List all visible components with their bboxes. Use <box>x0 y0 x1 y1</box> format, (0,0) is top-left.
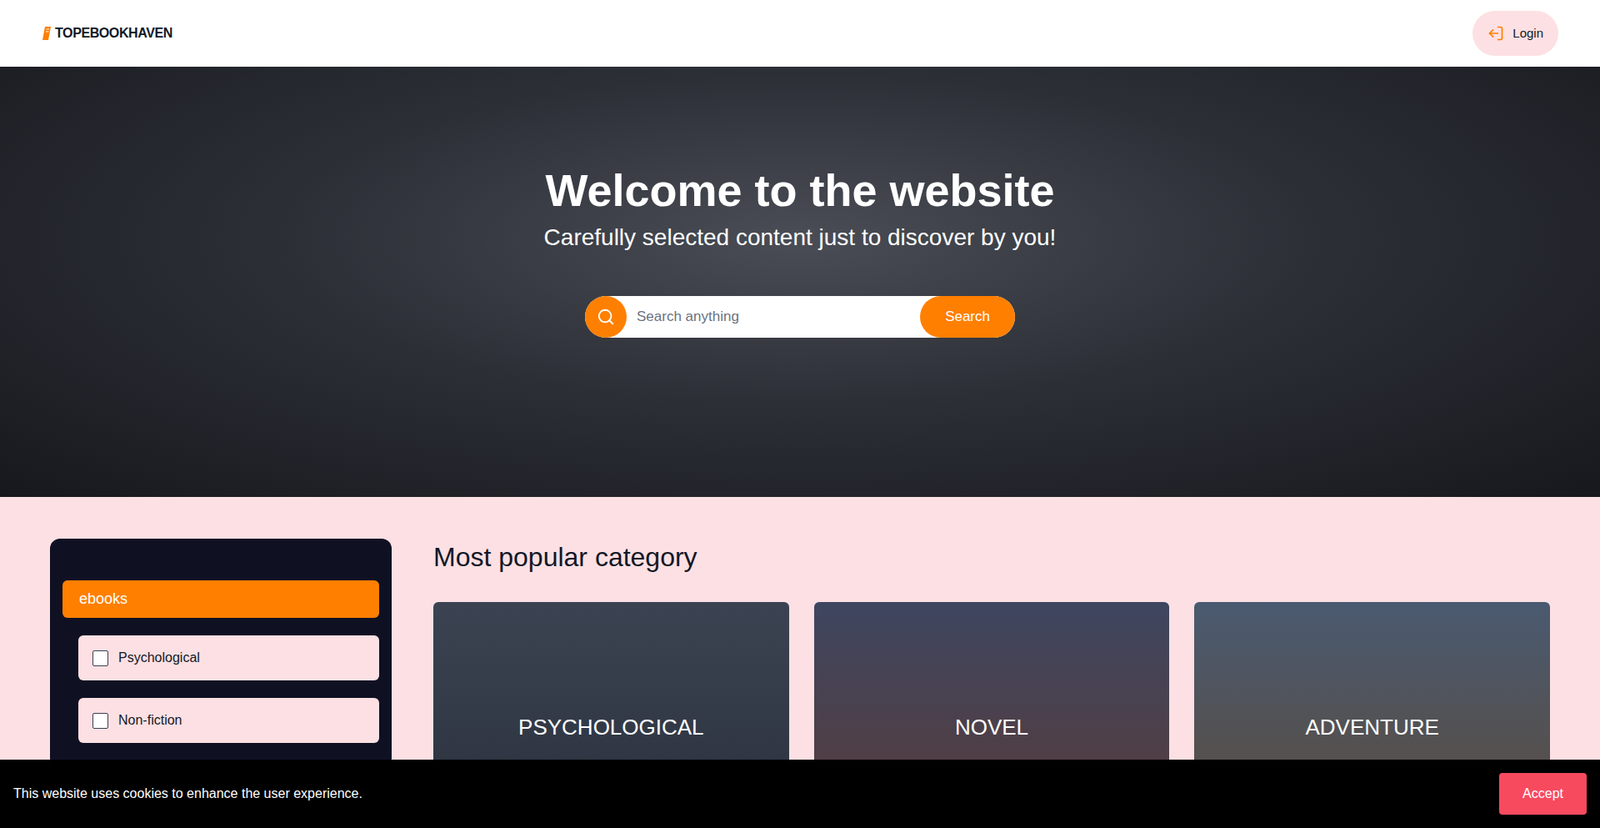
section-title: Most popular category <box>433 538 1550 575</box>
hero-subtitle: Carefully selected content just to disco… <box>544 222 1057 253</box>
login-button[interactable]: Login <box>1472 10 1559 56</box>
sidebar: ebooks Psychological Non-fiction <box>50 538 392 768</box>
search-button[interactable]: Search <box>920 295 1015 338</box>
sidebar-item[interactable]: Non-fiction <box>78 697 380 743</box>
search-bar: Search <box>585 295 1015 338</box>
login-icon <box>1487 25 1505 42</box>
checkbox[interactable] <box>92 712 109 729</box>
sidebar-item[interactable]: Psychological <box>78 635 380 680</box>
hero: Welcome to the website Carefully selected… <box>0 66 1600 497</box>
page: TOPEBOOKHAVEN Login Welcome to the website… <box>0 0 1600 828</box>
cookie-banner: This website uses cookies to enhance the… <box>0 759 1600 828</box>
accept-button[interactable]: Accept <box>1499 772 1587 815</box>
logo[interactable]: TOPEBOOKHAVEN <box>41 23 173 44</box>
header: TOPEBOOKHAVEN Login <box>0 0 1600 67</box>
search-icon <box>596 307 615 326</box>
logo-icon <box>41 25 52 41</box>
search-input[interactable] <box>626 295 920 338</box>
category-bar[interactable]: ebooks <box>62 580 380 618</box>
search-icon-circle <box>585 295 627 338</box>
hero-title: Welcome to the website <box>545 163 1055 217</box>
checkbox[interactable] <box>92 650 109 666</box>
